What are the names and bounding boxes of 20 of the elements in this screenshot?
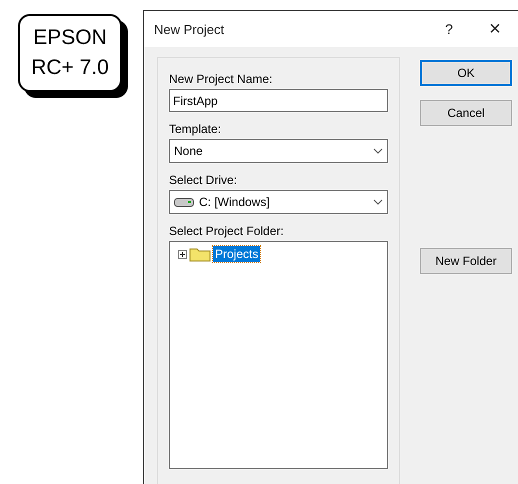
dropdown-chevron-icon[interactable]	[373, 148, 383, 154]
drive-icon	[174, 198, 194, 206]
tree-item[interactable]: Projects	[213, 246, 260, 262]
field-label: Select Project Folder:	[169, 224, 285, 238]
field-label: New Project Name:	[169, 72, 274, 86]
field-label: Template:	[169, 122, 222, 136]
help-button[interactable]: ?	[426, 11, 472, 47]
drive-dropdown[interactable]: C: [Windows]	[169, 190, 388, 214]
template-dropdown[interactable]: None	[169, 139, 388, 163]
folder-icon	[189, 246, 211, 262]
dialog-button[interactable]: OK	[420, 60, 512, 86]
dropdown-chevron-icon[interactable]	[373, 199, 383, 205]
project-name-field[interactable]: FirstApp	[169, 89, 388, 112]
folder-tree[interactable]: Projects	[169, 241, 388, 469]
field-label: Select Drive:	[169, 173, 238, 187]
window-title: New Project	[154, 22, 226, 36]
expand-icon[interactable]	[178, 250, 187, 258]
dialog-button[interactable]: New Folder	[420, 248, 512, 274]
dialog-button[interactable]: Cancel	[420, 100, 512, 126]
close-button[interactable]: ×	[472, 11, 518, 47]
